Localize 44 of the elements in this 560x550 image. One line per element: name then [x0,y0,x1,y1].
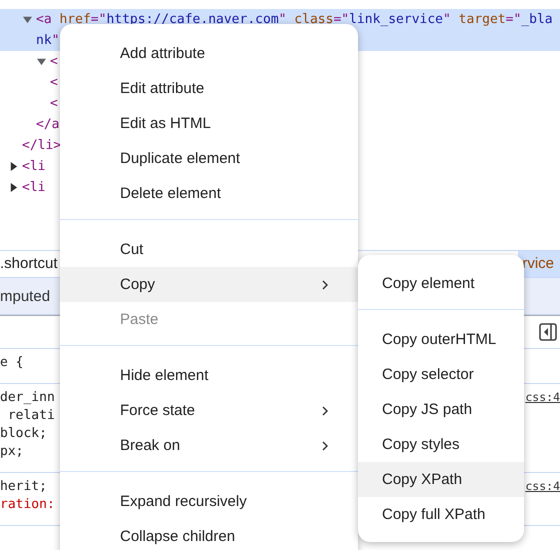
code-line: < [50,54,58,69]
menu-item[interactable]: Copy outerHTML [358,322,524,357]
code-line: <li [22,159,46,174]
triangle-right-icon[interactable] [9,162,18,171]
code-line: nk" [36,33,60,48]
triangle-down-icon[interactable] [23,15,32,24]
styles-tab[interactable]: mputed [0,288,50,304]
menu-item[interactable]: Edit as HTML [60,106,358,141]
source-link[interactable]: css:4 [525,390,560,404]
css-text: relati [6,408,55,422]
menu-item[interactable]: Collapse children [60,519,358,550]
menu-item[interactable]: Delete element [60,176,358,211]
menu-item[interactable]: Copy XPath [358,462,524,497]
code-line: </a [36,117,60,132]
menu-item[interactable]: Copy styles [358,427,524,462]
menu-item[interactable]: Hide element [60,358,358,393]
css-text: der_inn [0,390,55,404]
css-text: e { [0,354,24,370]
triangle-down-icon[interactable] [37,57,46,66]
code-line: <li [22,180,46,195]
css-text: herit; [0,478,47,494]
menu-item[interactable]: Copy [60,267,358,302]
menu-item[interactable]: Duplicate element [60,141,358,176]
menu-item[interactable]: Expand recursively [60,484,358,519]
css-text: px; [0,444,24,458]
triangle-right-icon[interactable] [9,183,18,192]
css-text: ration: [0,496,55,512]
menu-item[interactable]: Copy JS path [358,392,524,427]
menu-item[interactable]: Add attribute [60,36,358,71]
code-line: < [50,96,58,111]
breadcrumb-item[interactable]: .shortcut [0,251,58,277]
menu-item[interactable]: Force state [60,393,358,428]
code-line: <a href="https://cafe.naver.com" class="link_service" target="_bla [36,12,553,27]
code-line: </li> [22,138,62,153]
menu-item[interactable]: Edit attribute [60,71,358,106]
menu-item[interactable]: Break on [60,428,358,463]
menu-item[interactable]: Copy full XPath [358,497,524,532]
sidebar-toggle-icon[interactable] [539,323,557,341]
breadcrumb-item[interactable]: rvice [518,251,560,277]
menu-item[interactable]: Cut [60,232,358,267]
menu-item[interactable]: Copy selector [358,357,524,392]
source-link[interactable]: css:4 [525,479,560,493]
code-line: < [50,75,58,90]
css-text: block; [0,426,47,440]
